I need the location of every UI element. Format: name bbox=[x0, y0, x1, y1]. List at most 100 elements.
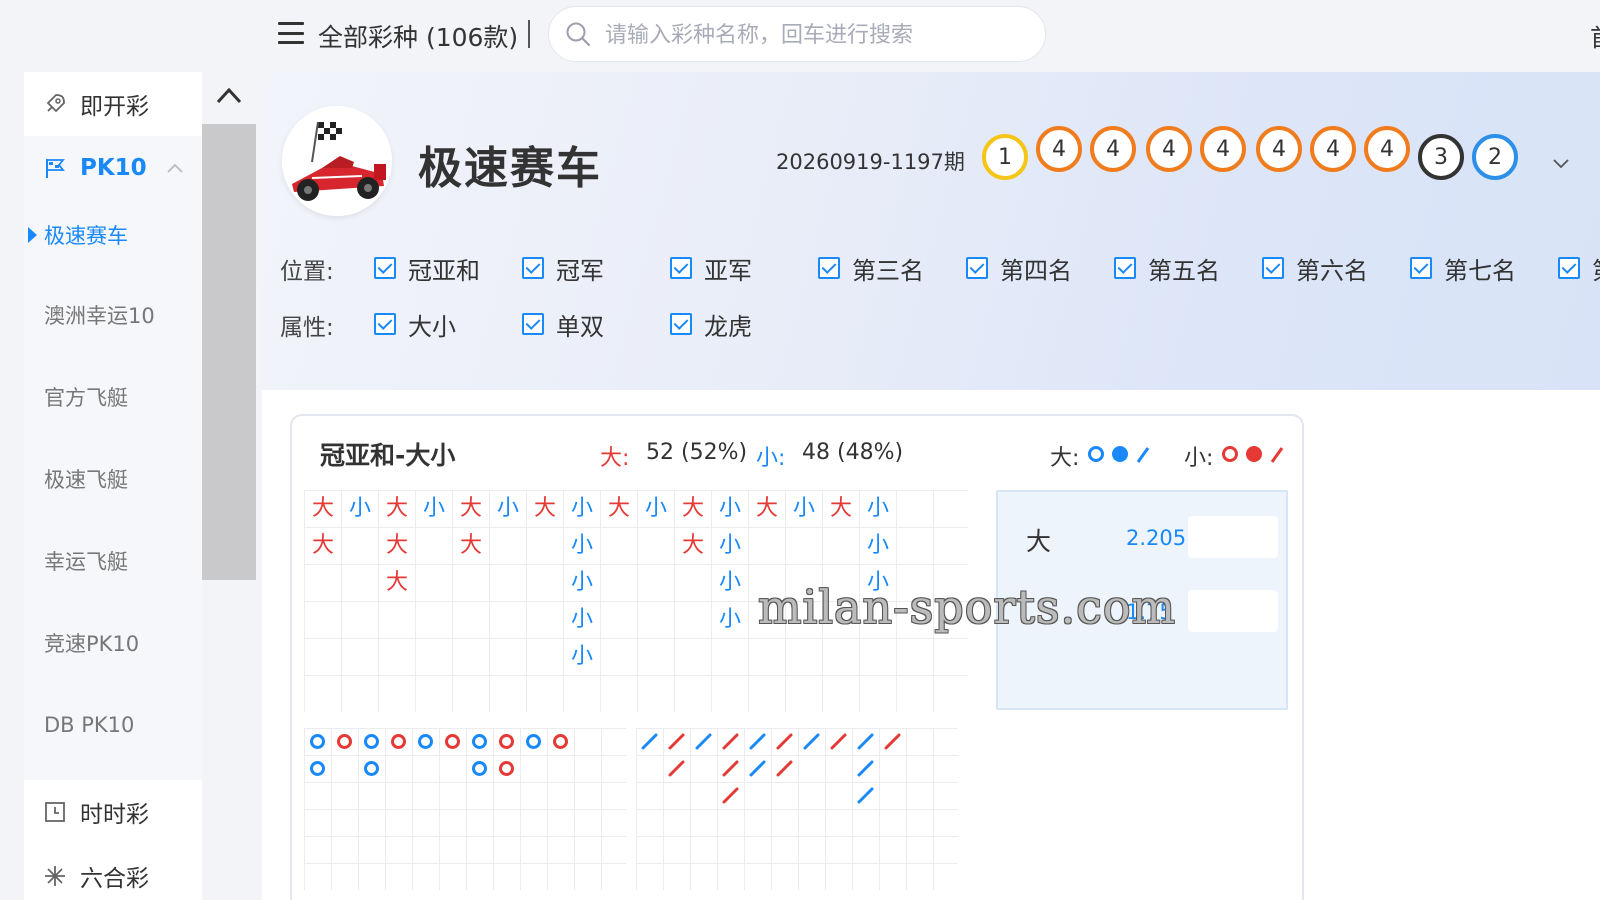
road-small-mark: 小 bbox=[422, 496, 445, 521]
card-title: 冠亚和-大小 bbox=[320, 441, 456, 470]
rocket-icon bbox=[46, 94, 65, 113]
position-checkbox[interactable]: 冠军 bbox=[522, 252, 604, 285]
road-small-mark: 小 bbox=[570, 496, 593, 521]
bead-red-circle bbox=[391, 734, 406, 749]
checkbox-checked-icon[interactable] bbox=[670, 313, 692, 335]
sidebar-item-xingyun-feiting[interactable]: 幸运飞艇 bbox=[24, 536, 202, 586]
chevron-down-icon[interactable] bbox=[1552, 158, 1570, 170]
sidebar-cat-lhc[interactable]: 六合彩 bbox=[24, 844, 202, 900]
sidebar-cat-pk10[interactable]: PK10 bbox=[24, 136, 202, 200]
sidebar-item-label: 官方飞艇 bbox=[44, 386, 128, 410]
result-ball: 3 bbox=[1418, 134, 1464, 180]
checkbox-checked-icon[interactable] bbox=[522, 257, 544, 279]
result-ball: 4 bbox=[1036, 126, 1082, 172]
checkbox-checked-icon[interactable] bbox=[1558, 257, 1580, 279]
checkbox-label: 第四名 bbox=[1000, 256, 1072, 285]
checkbox-checked-icon[interactable] bbox=[374, 257, 396, 279]
sidebar-item-jisu-feiting[interactable]: 极速飞艇 bbox=[24, 454, 202, 504]
sidebar-item-label: DB PK10 bbox=[44, 713, 135, 737]
road-small-mark: 小 bbox=[866, 496, 889, 521]
checkbox-checked-icon[interactable] bbox=[818, 257, 840, 279]
checkbox-checked-icon[interactable] bbox=[1114, 257, 1136, 279]
bead-blue-circle bbox=[418, 734, 433, 749]
position-checkbox[interactable]: 第四名 bbox=[966, 252, 1072, 285]
checkbox-checked-icon[interactable] bbox=[1262, 257, 1284, 279]
sidebar-scrollbar[interactable] bbox=[202, 124, 256, 580]
search-input[interactable] bbox=[605, 19, 1025, 51]
position-checkbox[interactable]: 冠亚和 bbox=[374, 252, 480, 285]
position-checkbox[interactable]: 第三名 bbox=[818, 252, 924, 285]
scroll-up-icon[interactable] bbox=[216, 84, 242, 106]
chevron-up-icon[interactable] bbox=[167, 163, 183, 173]
checkbox-checked-icon[interactable] bbox=[966, 257, 988, 279]
attribute-checkbox[interactable]: 单双 bbox=[522, 308, 604, 341]
slash-red-mark bbox=[776, 760, 793, 777]
slash-blue-mark bbox=[749, 760, 766, 777]
all-lotteries-label[interactable]: 全部彩种 (106款) bbox=[318, 18, 518, 54]
home-link[interactable]: 首 bbox=[1590, 18, 1600, 53]
slash-red-mark bbox=[830, 733, 847, 750]
top-bar: 全部彩种 (106款) 首 bbox=[0, 0, 1600, 70]
big-count-label: 大: bbox=[600, 446, 630, 471]
legend-small-symbols bbox=[1222, 446, 1284, 463]
position-checkbox[interactable]: 第五名 bbox=[1114, 252, 1220, 285]
position-checkbox[interactable]: 第六名 bbox=[1262, 252, 1368, 285]
sidebar-cat-ssc[interactable]: 时时彩 bbox=[24, 780, 202, 844]
slash-road-grid bbox=[636, 728, 958, 890]
road-big-mark: 大 bbox=[311, 533, 334, 558]
road-big-mark: 大 bbox=[755, 496, 778, 521]
road-big-mark: 大 bbox=[829, 496, 852, 521]
checkbox-checked-icon[interactable] bbox=[1410, 257, 1432, 279]
checkbox-checked-icon[interactable] bbox=[374, 313, 396, 335]
slash-red-mark bbox=[722, 733, 739, 750]
sidebar-item-jisu-saiche[interactable]: 极速赛车 bbox=[24, 210, 202, 260]
sidebar-item-db-pk10[interactable]: DB PK10 bbox=[24, 700, 202, 750]
legend-big-label: 大: bbox=[1050, 446, 1080, 471]
position-checkbox[interactable]: 亚军 bbox=[670, 252, 752, 285]
road-big-mark: 大 bbox=[385, 496, 408, 521]
road-small-mark: 小 bbox=[718, 496, 741, 521]
bead-blue-circle bbox=[526, 734, 541, 749]
hollow-circle-red-icon bbox=[1222, 446, 1238, 462]
checkbox-label: 冠亚和 bbox=[408, 256, 480, 285]
attribute-checkbox[interactable]: 龙虎 bbox=[670, 308, 752, 341]
checkbox-checked-icon[interactable] bbox=[522, 313, 544, 335]
position-checkbox[interactable]: 第 bbox=[1558, 252, 1600, 285]
checkbox-checked-icon[interactable] bbox=[670, 257, 692, 279]
sidebar-item-label: 幸运飞艇 bbox=[44, 550, 128, 574]
slash-blue-icon bbox=[1136, 447, 1150, 463]
flag-icon bbox=[46, 159, 65, 178]
road-small-mark: 小 bbox=[570, 570, 593, 595]
game-title: 极速赛车 bbox=[418, 143, 602, 194]
attribute-checkbox[interactable]: 大小 bbox=[374, 308, 456, 341]
menu-icon[interactable] bbox=[278, 22, 304, 44]
road-small-mark: 小 bbox=[570, 607, 593, 632]
road-big-mark: 大 bbox=[607, 496, 630, 521]
slash-red-mark bbox=[668, 760, 685, 777]
slash-red-mark bbox=[884, 733, 901, 750]
road-small-mark: 小 bbox=[718, 570, 741, 595]
sidebar: 即开彩 PK10 极速赛车 澳洲幸运10 官方飞艇 极速飞艇 幸运飞艇 竞速PK… bbox=[24, 72, 202, 900]
issue-number: 20260919-1197期 bbox=[776, 150, 965, 174]
checkbox-label: 第七名 bbox=[1444, 256, 1516, 285]
checkbox-label: 冠军 bbox=[556, 256, 604, 285]
bead-blue-circle bbox=[472, 761, 487, 776]
result-ball: 4 bbox=[1310, 126, 1356, 172]
road-small-mark: 小 bbox=[718, 607, 741, 632]
bead-blue-circle bbox=[364, 734, 379, 749]
position-checkbox[interactable]: 第七名 bbox=[1410, 252, 1516, 285]
small-count-value: 48 (48%) bbox=[802, 440, 904, 465]
road-big-mark: 大 bbox=[385, 570, 408, 595]
sidebar-item-jingsu-pk10[interactable]: 竞速PK10 bbox=[24, 618, 202, 668]
game-header-panel bbox=[262, 72, 1600, 390]
sidebar-item-guanfang-feiting[interactable]: 官方飞艇 bbox=[24, 372, 202, 422]
result-ball: 4 bbox=[1200, 126, 1246, 172]
sidebar-item-aozhou-xingyun10[interactable]: 澳洲幸运10 bbox=[24, 290, 202, 340]
search-box[interactable] bbox=[548, 6, 1046, 62]
bet-amount-big-input[interactable] bbox=[1188, 516, 1278, 558]
slash-red-icon bbox=[1270, 447, 1284, 463]
sidebar-cat-instant[interactable]: 即开彩 bbox=[24, 72, 202, 136]
road-small-mark: 小 bbox=[644, 496, 667, 521]
sidebar-cat-label: 六合彩 bbox=[80, 866, 149, 892]
bet-amount-small-input[interactable] bbox=[1188, 590, 1278, 632]
